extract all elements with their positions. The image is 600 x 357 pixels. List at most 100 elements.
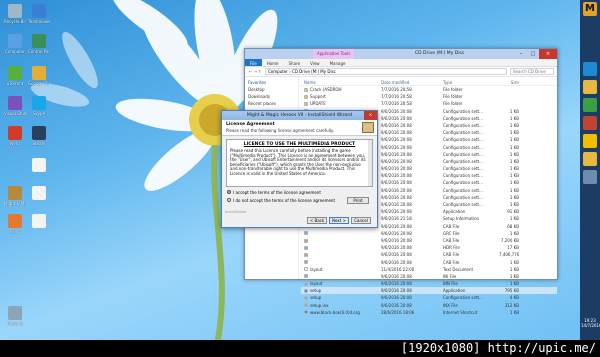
file-date-cell: 9/6/2016 20:08 — [381, 295, 412, 301]
desktop-shortcut[interactable]: Visual Studio — [4, 96, 26, 116]
ribbon-tab-manage[interactable]: Manage — [325, 59, 351, 66]
column-name[interactable]: Name — [301, 79, 381, 85]
file-date-cell: 9/6/2016 20:08 — [381, 288, 412, 294]
file-row[interactable]: 9/6/2016 20:08 CAB File 7,406,776 KB — [301, 251, 557, 258]
ie-icon[interactable] — [583, 62, 597, 76]
ribbon-tab-share[interactable]: Share — [284, 59, 306, 66]
back-forward-icon[interactable]: ← → ↑ — [249, 69, 265, 74]
file-name-cell: setup — [301, 294, 381, 301]
file-size-cell: 1 KB — [509, 194, 519, 200]
media-icon[interactable] — [583, 116, 597, 130]
file-date-cell: 9/6/2016 21:18 — [381, 216, 412, 222]
decline-radio-label: I do not accept the terms of the license… — [233, 197, 336, 203]
back-button[interactable]: < Back — [307, 217, 327, 224]
print-button[interactable]: Print — [347, 197, 369, 204]
desktop-shortcut[interactable]: Computer — [4, 34, 26, 54]
license-scrollbar[interactable] — [368, 140, 372, 186]
desktop-shortcut[interactable] — [28, 186, 50, 201]
file-row[interactable]: UPDATE 7/7/2016 20:58 File folder — [301, 100, 557, 107]
file-size-cell: 1 KB — [509, 166, 519, 172]
nav-item[interactable]: Recent places — [245, 100, 298, 107]
file-type-icon — [304, 101, 308, 106]
file-row[interactable]: 9/6/2016 20:08 INI File 1 KB — [301, 273, 557, 280]
desktop-shortcut[interactable]: Control Panel — [28, 34, 50, 54]
ribbon-tab-home[interactable]: Home — [262, 59, 284, 66]
next-button[interactable]: Next > — [329, 217, 349, 224]
file-type-icon — [304, 260, 308, 265]
accept-radio[interactable] — [227, 190, 231, 194]
desktop-shortcut[interactable]: Recycle Bin — [4, 4, 26, 24]
file-size-cell: 1 KB — [509, 259, 519, 265]
address-path[interactable]: Computer › CD Drive (M:) My Disc — [265, 68, 507, 75]
wizard-header: License Agreement Please read the follow… — [222, 120, 377, 136]
shortcut-icon — [32, 34, 46, 48]
file-row[interactable]: Support 7/7/2016 20:58 File folder — [301, 93, 557, 100]
desktop-shortcut[interactable]: Steam — [28, 126, 50, 146]
file-row[interactable]: layout 11/4/2016 22:00 Text Document 1 KB — [301, 266, 557, 273]
desktop-shortcut[interactable]: TeamViewer — [28, 4, 50, 24]
shortcut-label: Might & Magic — [4, 201, 26, 206]
file-name: Crack (ASDROH — [310, 87, 342, 92]
ribbon-tab-view[interactable]: View — [305, 59, 325, 66]
file-row[interactable]: www.black-box(6.0)d.org 28/6/2016 18:06 In… — [301, 309, 557, 316]
file-type-cell: Configuration sett... — [443, 108, 483, 114]
desktop-shortcut[interactable]: Google Chrome — [28, 66, 50, 86]
cancel-button[interactable]: Cancel — [351, 217, 371, 224]
file-date-cell: 9/6/2016 20:08 — [381, 158, 412, 164]
wizard-close-button[interactable]: × — [364, 111, 377, 120]
file-row[interactable]: 9/6/2016 20:08 CAB File 1 KB — [301, 259, 557, 266]
accept-radio-option[interactable]: I accept the terms of the license agreem… — [227, 189, 372, 195]
file-type-cell: Application — [443, 209, 466, 215]
file-list-header: Name Date modified Type Size — [301, 79, 557, 86]
store-icon[interactable] — [583, 98, 597, 112]
file-row[interactable]: setup.inx 9/6/2016 20:08 INX File 312 KB — [301, 302, 557, 309]
explorer-icon[interactable] — [583, 80, 597, 94]
decline-radio[interactable] — [227, 198, 231, 202]
desktop-shortcut[interactable]: Paint — [4, 214, 26, 234]
file-row[interactable]: Crack (ASDROH 7/7/2016 20:58 File folder — [301, 86, 557, 93]
column-date[interactable]: Date modified — [381, 79, 443, 85]
desktop-shortcut[interactable]: Might & Magic — [4, 186, 26, 206]
ribbon-tab-file[interactable]: File — [245, 59, 262, 66]
column-size[interactable]: Size — [499, 79, 519, 85]
file-name: UPDATE — [310, 101, 326, 107]
file-type-cell: File folder — [443, 101, 463, 107]
desktop-shortcut[interactable]: uTorrent — [4, 66, 26, 86]
file-row[interactable]: 9/6/2016 20:08 HDR File 17 KB — [301, 244, 557, 251]
file-row[interactable]: layout 9/6/2016 20:08 BIN File 1 KB — [301, 280, 557, 287]
paint-icon[interactable] — [583, 134, 597, 148]
file-type-icon — [304, 274, 308, 279]
settings-icon[interactable] — [583, 170, 597, 184]
maximize-button[interactable]: □ — [527, 49, 539, 59]
file-size-cell: 68 KB — [507, 223, 519, 229]
desktop-shortcut[interactable]: Nero — [4, 126, 26, 146]
might-magic-logo-icon[interactable]: M — [583, 2, 597, 16]
accept-radio-label: I accept the terms of the license agreem… — [233, 189, 321, 195]
nav-item[interactable]: Downloads — [245, 93, 298, 100]
nav-item[interactable]: Desktop — [245, 86, 298, 93]
nav-item[interactable]: Favorites — [245, 79, 298, 86]
system-clock[interactable]: 19:23 14/7/2016 — [581, 318, 600, 328]
shortcut-label: uTorrent — [6, 81, 24, 86]
minimize-button[interactable]: – — [515, 49, 527, 59]
file-row[interactable]: 9/6/2016 20:08 CAB File 7,200 KB — [301, 237, 557, 244]
column-type[interactable]: Type — [443, 79, 499, 85]
file-row[interactable]: setup 9/6/2016 20:08 Configuration sett...… — [301, 294, 557, 301]
file-row[interactable]: setup 9/6/2016 20:08 Application 795 KB — [301, 287, 557, 295]
desktop-shortcut[interactable]: Skype — [28, 96, 50, 116]
desktop-shortcut[interactable]: Recycle — [4, 306, 26, 326]
file-date-cell: 9/6/2016 20:08 — [381, 281, 412, 287]
file-size-cell: 312 KB — [504, 302, 519, 308]
license-text-box[interactable]: LICENCE TO USE THE MULTIMEDIA PRODUCT Pl… — [226, 139, 373, 187]
close-button[interactable]: × — [539, 49, 557, 59]
desktop-shortcut[interactable] — [28, 158, 50, 173]
desktop-shortcut[interactable] — [28, 214, 50, 229]
file-name-cell — [301, 237, 381, 244]
file-row[interactable]: 9/6/2016 20:08 GRC File 1 KB — [301, 230, 557, 237]
application-tools-tab[interactable]: Application Tools — [313, 49, 355, 59]
file-name-cell: www.black-box(6.0)d.org — [301, 309, 381, 316]
file-date-cell: 9/6/2016 20:08 — [381, 273, 412, 279]
folder-icon[interactable] — [583, 152, 597, 166]
file-size-cell: 1 KB — [509, 130, 519, 136]
search-input[interactable]: Search CD Drive — [510, 68, 554, 75]
